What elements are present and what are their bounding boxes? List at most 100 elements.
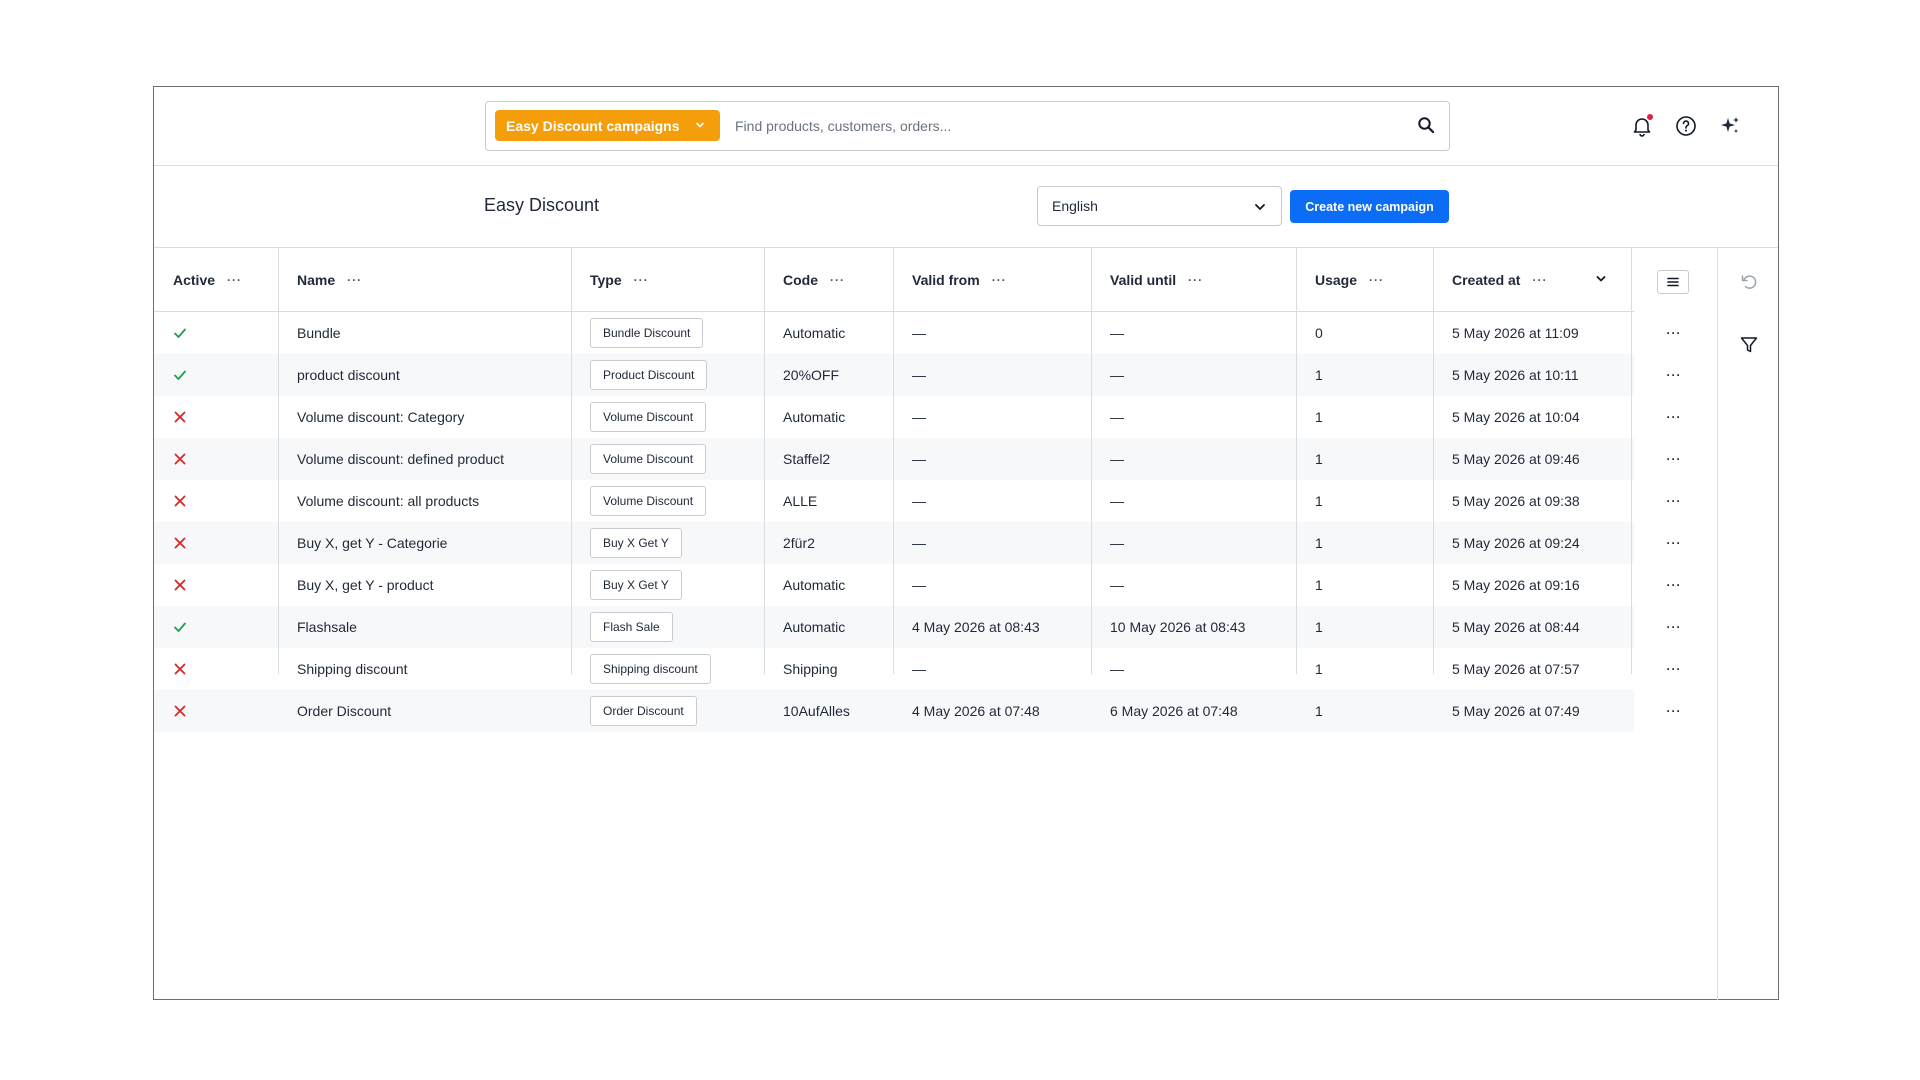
table-row[interactable]: product discount Product Discount 20%OFF — —… [154, 354, 1681, 396]
type-badge: Order Discount [590, 696, 697, 726]
cell-valid-until: 10 May 2026 at 08:43 [1091, 606, 1296, 648]
cell-text: 4 May 2026 at 08:43 [912, 619, 1040, 635]
cell-text: 10AufAlles [783, 703, 850, 719]
search-context-dropdown[interactable]: Easy Discount campaigns [495, 110, 720, 141]
row-actions-icon[interactable]: ··· [1631, 480, 1717, 522]
column-header-type[interactable]: Type ··· [571, 248, 764, 312]
cell-usage: 1 [1296, 438, 1433, 480]
cell-valid-until: — [1091, 480, 1296, 522]
cell-text: — [912, 661, 926, 677]
cell-text: Volume discount: all products [297, 493, 480, 509]
table-row[interactable]: Volume discount: all products Volume Disc… [154, 480, 1681, 522]
search-icon[interactable] [1417, 116, 1435, 134]
table-row[interactable]: Volume discount: Category Volume Discount… [154, 396, 1681, 438]
bell-icon[interactable] [1630, 114, 1654, 138]
cell-valid-until: — [1091, 522, 1296, 564]
cell-valid-from: — [893, 564, 1091, 606]
cell-valid-from: — [893, 480, 1091, 522]
column-options-icon[interactable]: ··· [634, 273, 649, 287]
row-actions-icon[interactable]: ··· [1631, 522, 1717, 564]
cell-code: 20%OFF [764, 354, 893, 396]
cell-usage: 1 [1296, 354, 1433, 396]
table-row[interactable]: Buy X, get Y - product Buy X Get Y Automat… [154, 564, 1681, 606]
column-options-icon[interactable]: ··· [1188, 273, 1203, 287]
row-actions-icon[interactable]: ··· [1631, 606, 1717, 648]
cell-type: Buy X Get Y [571, 522, 764, 564]
cell-text: 5 May 2026 at 08:44 [1452, 619, 1580, 635]
cell-text: Shipping [783, 661, 838, 677]
cell-type: Flash Sale [571, 606, 764, 648]
table-row[interactable]: Bundle Bundle Discount Automatic — — 0 5 May 2… [154, 312, 1681, 354]
search-input[interactable]: Find products, customers, orders... [735, 118, 951, 134]
column-settings-button[interactable] [1657, 270, 1689, 294]
cell-type: Bundle Discount [571, 312, 764, 354]
cell-text: — [1110, 661, 1124, 677]
cell-usage: 1 [1296, 480, 1433, 522]
app-window: Easy Discount campaigns Find products, c… [153, 86, 1779, 1000]
cell-text: Buy X, get Y - Categorie [297, 535, 448, 551]
cell-created-at: 5 May 2026 at 09:38 [1433, 480, 1631, 522]
cell-usage: 1 [1296, 522, 1433, 564]
column-divider [1091, 248, 1092, 674]
column-divider [764, 248, 765, 674]
cell-text: 5 May 2026 at 10:04 [1452, 409, 1580, 425]
column-options-icon[interactable]: ··· [1369, 273, 1384, 287]
sort-chevron-down-icon[interactable] [1595, 273, 1607, 285]
row-actions-icon[interactable]: ··· [1631, 354, 1717, 396]
row-actions-icon[interactable]: ··· [1631, 438, 1717, 480]
cell-code: Automatic [764, 564, 893, 606]
sparkles-icon[interactable] [1718, 114, 1742, 138]
table-row[interactable]: Volume discount: defined product Volume D… [154, 438, 1681, 480]
row-actions-icon[interactable]: ··· [1631, 648, 1717, 690]
table-row[interactable]: Buy X, get Y - Categorie Buy X Get Y 2für2… [154, 522, 1681, 564]
column-header-name[interactable]: Name ··· [278, 248, 571, 312]
column-options-icon[interactable]: ··· [347, 273, 362, 287]
cell-text: — [912, 535, 926, 551]
column-options-icon[interactable]: ··· [1532, 273, 1547, 287]
undo-icon[interactable] [1737, 270, 1761, 294]
column-divider [1296, 248, 1297, 674]
create-campaign-button[interactable]: Create new campaign [1290, 190, 1449, 223]
cell-text: 0 [1315, 325, 1323, 341]
cell-valid-from: 4 May 2026 at 08:43 [893, 606, 1091, 648]
column-header-valid-until[interactable]: Valid until ··· [1091, 248, 1296, 312]
column-header-code[interactable]: Code ··· [764, 248, 893, 312]
type-badge: Flash Sale [590, 612, 673, 642]
row-actions-icon[interactable]: ··· [1631, 564, 1717, 606]
row-actions-icon[interactable]: ··· [1631, 312, 1717, 354]
cell-text: Buy X, get Y - product [297, 577, 434, 593]
filter-icon[interactable] [1737, 333, 1761, 357]
global-search[interactable]: Easy Discount campaigns Find products, c… [485, 101, 1450, 151]
language-select[interactable]: English [1037, 186, 1282, 226]
cell-usage: 1 [1296, 606, 1433, 648]
cell-text: Staffel2 [783, 451, 831, 467]
help-icon[interactable] [1674, 114, 1698, 138]
cell-code: Shipping [764, 648, 893, 690]
cross-icon [174, 663, 186, 675]
cell-active [154, 312, 278, 354]
table-row[interactable]: Shipping discount Shipping discount Shippi… [154, 648, 1681, 690]
table-row[interactable]: Order Discount Order Discount 10AufAlles 4 … [154, 690, 1681, 732]
column-header-active[interactable]: Active ··· [154, 248, 278, 312]
cross-icon [174, 579, 186, 591]
column-header-created-at[interactable]: Created at ··· [1433, 248, 1631, 312]
cell-name: Bundle [278, 312, 571, 354]
cell-valid-from: 4 May 2026 at 07:48 [893, 690, 1091, 732]
row-actions-icon[interactable]: ··· [1631, 396, 1717, 438]
column-options-icon[interactable]: ··· [992, 273, 1007, 287]
column-options-icon[interactable]: ··· [830, 273, 845, 287]
cell-name: Buy X, get Y - Categorie [278, 522, 571, 564]
cell-valid-until: — [1091, 312, 1296, 354]
cell-created-at: 5 May 2026 at 10:11 [1433, 354, 1631, 396]
column-header-valid-from[interactable]: Valid from ··· [893, 248, 1091, 312]
search-context-label: Easy Discount campaigns [506, 117, 680, 134]
check-icon [174, 328, 186, 338]
cell-text: — [1110, 493, 1124, 509]
column-options-icon[interactable]: ··· [227, 273, 242, 287]
cell-text: 1 [1315, 493, 1323, 509]
column-header-usage[interactable]: Usage ··· [1296, 248, 1433, 312]
table-row[interactable]: Flashsale Flash Sale Automatic 4 May 2026 a… [154, 606, 1681, 648]
row-actions-icon[interactable]: ··· [1631, 690, 1717, 732]
cell-text: — [1110, 367, 1124, 383]
column-divider [1433, 248, 1434, 674]
